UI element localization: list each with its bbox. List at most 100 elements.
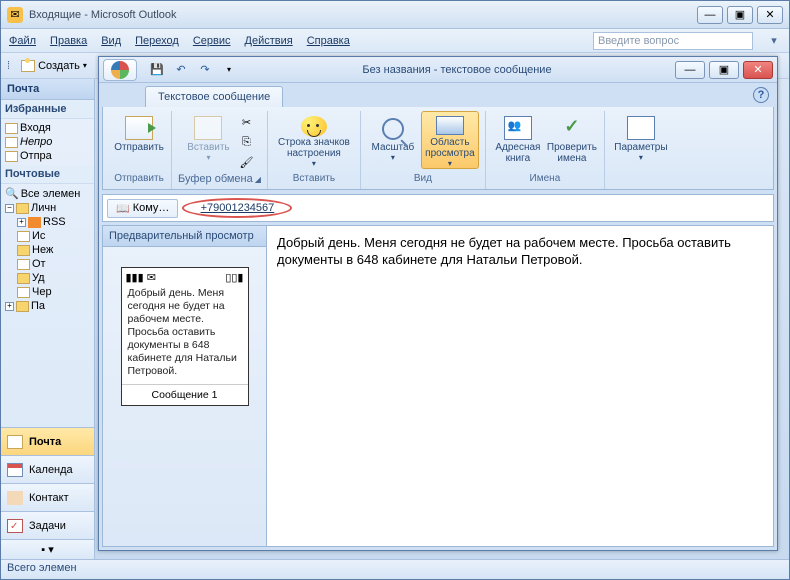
nav-more[interactable]: ▪ ▾ bbox=[1, 539, 94, 559]
zoom-button[interactable]: Масштаб ▾ bbox=[367, 111, 419, 169]
group-send-label: Отправить bbox=[114, 171, 164, 186]
sent-icon bbox=[5, 151, 18, 162]
format-painter-button[interactable]: 🖌 bbox=[236, 153, 256, 171]
ask-dropdown[interactable]: ▾ bbox=[767, 34, 781, 47]
outlook-icon: ✉ bbox=[7, 7, 23, 23]
ribbon-tabs: Текстовое сообщение ? bbox=[99, 83, 777, 107]
tree-drafts[interactable]: Чер bbox=[3, 285, 92, 299]
send-button[interactable]: Отправить bbox=[113, 111, 165, 169]
nav-tasks[interactable]: Задачи bbox=[1, 511, 94, 539]
group-names: Адресная книга Проверить имена Имена bbox=[486, 111, 605, 189]
close-button[interactable]: ✕ bbox=[757, 6, 783, 24]
nav-calendar[interactable]: Календа bbox=[1, 455, 94, 483]
tree-deleted[interactable]: Уд bbox=[3, 271, 92, 285]
menu-file[interactable]: Файл bbox=[9, 35, 36, 47]
new-button[interactable]: Создать ▾ bbox=[14, 57, 94, 75]
menu-tools[interactable]: Сервис bbox=[193, 35, 231, 47]
nav-buttons: Почта Календа Контакт Задачи ▪ ▾ bbox=[1, 427, 94, 559]
content-row: Предварительный просмотр ▮▮▮ ✉ ▯▯▮ Добры… bbox=[102, 225, 774, 547]
tree-search-folders[interactable]: +Па bbox=[3, 299, 92, 313]
message-body-editor[interactable]: Добрый день. Меня сегодня не будет на ра… bbox=[267, 225, 774, 547]
ribbon: Отправить Отправить Вставить ▾ ✂ ⎘ 🖌 bbox=[102, 107, 774, 190]
save-button[interactable]: 💾 bbox=[147, 60, 167, 80]
contacts-icon bbox=[7, 491, 23, 505]
mail-folders-header[interactable]: Почтовые bbox=[1, 165, 94, 184]
paste-button: Вставить ▾ bbox=[182, 111, 234, 169]
menu-view[interactable]: Вид bbox=[101, 35, 121, 47]
new-mail-icon bbox=[21, 60, 35, 72]
folder-icon bbox=[16, 301, 29, 312]
group-clipboard-label: Буфер обмена◢ bbox=[178, 171, 261, 187]
quick-access-toolbar: 💾 ↶ ↷ ▾ bbox=[103, 59, 239, 81]
tree-sent[interactable]: Отпра bbox=[3, 149, 92, 163]
tree-rss[interactable]: +RSS bbox=[3, 215, 92, 229]
qat-more[interactable]: ▾ bbox=[219, 60, 239, 80]
msg-minimize-button[interactable]: — bbox=[675, 61, 705, 79]
ask-question-input[interactable]: Введите вопрос bbox=[593, 32, 753, 50]
tasks-icon bbox=[7, 519, 23, 533]
preview-pane: Предварительный просмотр ▮▮▮ ✉ ▯▯▮ Добры… bbox=[102, 225, 267, 547]
cut-button[interactable]: ✂ bbox=[236, 113, 256, 131]
nav-contacts[interactable]: Контакт bbox=[1, 483, 94, 511]
msg-maximize-button[interactable]: ▣ bbox=[709, 61, 739, 79]
outlook-window: ✉ Входящие - Microsoft Outlook — ▣ ✕ Фай… bbox=[0, 0, 790, 580]
message-titlebar: 💾 ↶ ↷ ▾ Без названия - текстовое сообщен… bbox=[99, 57, 777, 83]
redo-button[interactable]: ↷ bbox=[195, 60, 215, 80]
undo-button[interactable]: ↶ bbox=[171, 60, 191, 80]
copy-button[interactable]: ⎘ bbox=[236, 133, 256, 151]
mail-folders-tree: 🔍Все элемен −Личн +RSS Ис Неж От Уд Чер … bbox=[1, 184, 94, 315]
tree-inbox[interactable]: Входя bbox=[3, 121, 92, 135]
options-icon bbox=[627, 116, 655, 140]
collapse-icon[interactable]: − bbox=[5, 204, 14, 213]
new-label: Создать bbox=[38, 60, 80, 72]
signal-icon: ▮▮▮ ✉ bbox=[126, 271, 156, 284]
group-names-label: Имена bbox=[530, 171, 561, 186]
emoticons-button[interactable]: Строка значков настроения ▾ bbox=[274, 111, 354, 169]
battery-icon: ▯▯▮ bbox=[225, 271, 243, 284]
unread-icon bbox=[5, 137, 18, 148]
message-window: 💾 ↶ ↷ ▾ Без названия - текстовое сообщен… bbox=[98, 56, 778, 551]
group-clipboard: Вставить ▾ ✂ ⎘ 🖌 Буфер обмена◢ bbox=[172, 111, 268, 189]
menu-actions[interactable]: Действия bbox=[245, 35, 293, 47]
msg-close-button[interactable]: ✕ bbox=[743, 61, 773, 79]
group-insert: Строка значков настроения ▾ Вставить bbox=[268, 111, 361, 189]
group-options: Параметры ▾ bbox=[605, 111, 677, 189]
to-value[interactable]: +79001234567 bbox=[201, 202, 275, 214]
expand-icon[interactable]: + bbox=[5, 302, 14, 311]
preview-header: Предварительный просмотр bbox=[103, 226, 266, 247]
office-button[interactable] bbox=[103, 59, 137, 81]
menu-help[interactable]: Справка bbox=[307, 35, 350, 47]
help-button[interactable]: ? bbox=[753, 87, 769, 103]
address-book-button[interactable]: Адресная книга bbox=[492, 111, 544, 169]
nav-mail[interactable]: Почта bbox=[1, 427, 94, 455]
phone-message-counter: Сообщение 1 bbox=[122, 384, 248, 405]
group-insert-label: Вставить bbox=[293, 171, 335, 186]
check-names-button[interactable]: Проверить имена bbox=[546, 111, 598, 169]
tab-text-message[interactable]: Текстовое сообщение bbox=[145, 86, 283, 107]
tree-all-items[interactable]: 🔍Все элемен bbox=[3, 186, 92, 201]
to-row: 📖Кому… +79001234567 bbox=[102, 194, 774, 222]
minimize-button[interactable]: — bbox=[697, 6, 723, 24]
to-button[interactable]: 📖Кому… bbox=[107, 199, 178, 218]
tree-unread[interactable]: Непро bbox=[3, 135, 92, 149]
tree-personal[interactable]: −Личн bbox=[3, 201, 92, 215]
maximize-button[interactable]: ▣ bbox=[727, 6, 753, 24]
favorite-folders-header[interactable]: Избранные bbox=[1, 100, 94, 119]
smile-icon bbox=[301, 116, 327, 137]
mail-section-title: Почта bbox=[1, 79, 94, 100]
menu-bar: Файл Правка Вид Переход Сервис Действия … bbox=[1, 29, 789, 53]
tree-junk[interactable]: Неж bbox=[3, 243, 92, 257]
group-options-label bbox=[640, 171, 643, 186]
inbox-icon bbox=[5, 123, 18, 134]
menu-go[interactable]: Переход bbox=[135, 35, 179, 47]
view-area-button[interactable]: Область просмотра ▾ bbox=[421, 111, 479, 169]
tree-outgoing[interactable]: Ис bbox=[3, 229, 92, 243]
menu-edit[interactable]: Правка bbox=[50, 35, 87, 47]
tree-sent2[interactable]: От bbox=[3, 257, 92, 271]
send-icon bbox=[125, 116, 153, 140]
group-view-label: Вид bbox=[414, 171, 432, 186]
address-book-icon bbox=[504, 116, 532, 140]
expand-icon[interactable]: + bbox=[17, 218, 26, 227]
options-button[interactable]: Параметры ▾ bbox=[611, 111, 671, 169]
mail-icon bbox=[7, 435, 23, 449]
